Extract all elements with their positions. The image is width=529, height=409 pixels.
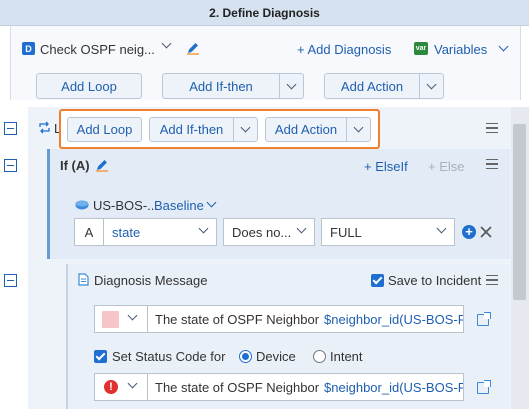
color-swatch [102,311,119,328]
add-action-button[interactable]: Add Action [324,73,444,99]
popup-add-if-then-dropdown[interactable] [233,118,257,141]
chevron-down-icon [198,223,209,234]
section-header: 2. Define Diagnosis [0,0,529,26]
diagnosis-select[interactable]: Check OSPF neig... [40,38,175,58]
condition-value-select[interactable]: FULL [321,218,455,246]
status-text-input[interactable]: The state of OSPF Neighbor $neighbor_id(… [147,373,464,401]
device-radio-label: Device [256,349,296,364]
edit-pencil-icon[interactable] [95,158,109,172]
add-loop-button[interactable]: Add Loop [36,73,142,99]
if-title: If (A) [60,158,90,173]
device-icon [75,200,89,210]
scrollbar-thumb[interactable] [513,124,526,300]
baseline-dropdown[interactable]: Baseline [154,198,204,213]
intent-radio-label: Intent [330,349,363,364]
status-code-select[interactable]: ! [94,373,148,401]
set-status-code-checkbox[interactable] [94,350,107,363]
diagnosis-type-icon: D [22,42,35,55]
save-to-incident-checkbox[interactable] [371,274,384,287]
condition-operator-select[interactable]: Does no... [223,218,315,246]
popup-add-action-dropdown[interactable] [346,118,370,141]
chevron-down-icon [296,223,307,234]
diagnosis-name: Check OSPF neig... [40,41,155,57]
remove-condition-icon[interactable] [480,226,492,238]
collapse-loop-icon[interactable] [4,122,17,135]
condition-variable-select[interactable]: state [103,218,217,246]
condition-letter: A [74,218,104,246]
open-external-icon[interactable] [477,380,491,394]
save-to-incident-label: Save to Incident [388,273,482,288]
error-icon: ! [104,380,118,394]
chevron-down-icon [436,223,447,234]
edit-pencil-icon[interactable] [186,41,200,55]
popup-add-action-button[interactable]: Add Action [265,117,371,142]
document-icon [78,273,89,286]
if-menu-icon[interactable] [486,159,498,169]
popup-add-if-then-button[interactable]: Add If-then [149,117,258,142]
set-status-code-label: Set Status Code for [112,349,226,364]
add-elseif-link[interactable]: + ElseIf [364,159,408,174]
device-radio[interactable] [239,350,252,363]
add-action-dropdown[interactable] [419,74,443,98]
variables-icon: var [414,42,428,55]
variables-dropdown[interactable]: Variables [434,42,487,57]
add-else-link: + Else [428,159,465,174]
message-text-input[interactable]: The state of OSPF Neighbor $neighbor_id(… [147,305,464,333]
chevron-down-icon [127,310,138,321]
add-condition-icon[interactable]: + [462,225,476,239]
add-if-then-dropdown[interactable] [279,74,303,98]
add-diagnosis-link[interactable]: + Add Diagnosis [297,42,391,57]
popup-add-loop-button[interactable]: Add Loop [67,117,142,142]
diagnosis-message-title: Diagnosis Message [94,273,208,288]
section-title: 2. Define Diagnosis [209,5,320,20]
chevron-down-icon [161,38,172,49]
message-menu-icon[interactable] [486,275,498,285]
device-name: US-BOS-... [93,198,159,213]
collapse-message-icon[interactable] [4,274,17,287]
loop-icon [39,121,50,134]
collapse-if-icon[interactable] [4,159,17,172]
message-color-select[interactable] [94,305,148,333]
open-external-icon[interactable] [477,312,491,326]
chevron-down-icon [127,378,138,389]
add-if-then-button[interactable]: Add If-then [162,73,304,99]
intent-radio[interactable] [313,350,326,363]
loop-menu-icon[interactable] [486,123,498,133]
